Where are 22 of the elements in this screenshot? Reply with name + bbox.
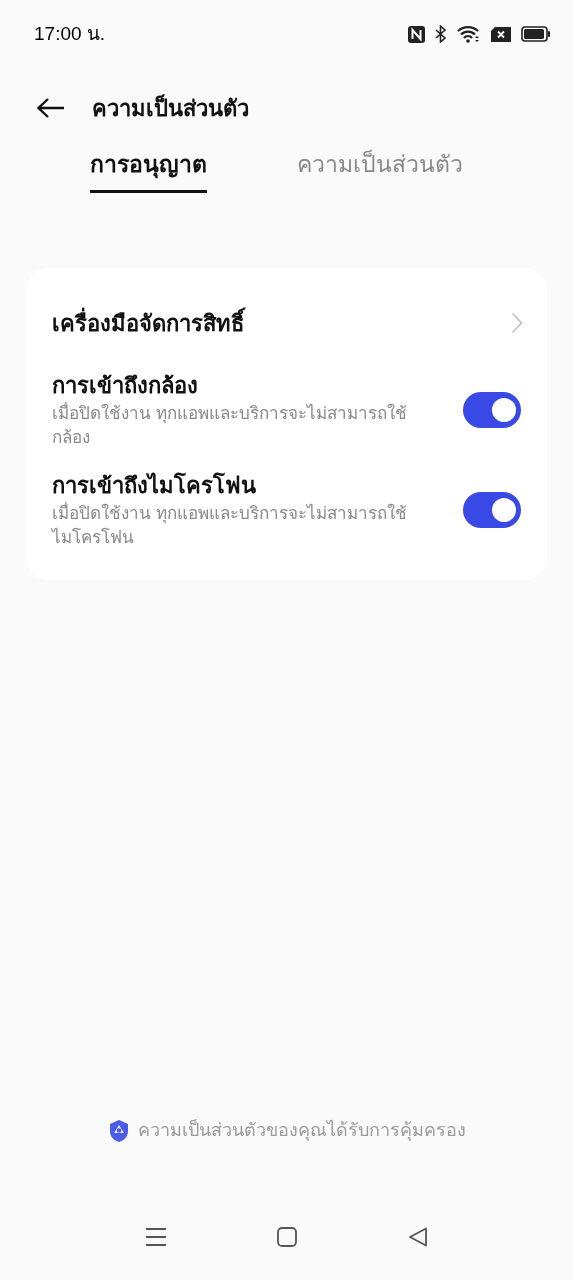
status-time: 17:00 น. — [34, 21, 106, 46]
page-title: ความเป็นส่วนตัว — [92, 93, 249, 123]
nfc-icon — [408, 25, 425, 43]
wifi-icon — [457, 25, 481, 43]
settings-link[interactable]: เครื่องมือจัดการสิทธิ์ — [26, 290, 547, 356]
toggle-switch[interactable] — [463, 492, 521, 528]
privacy-notice: ความเป็นส่วนตัวของคุณได้รับการคุ้มครอง — [137, 1118, 466, 1143]
bluetooth-icon — [435, 25, 447, 43]
home-button[interactable] — [277, 1227, 298, 1247]
setting-description: เมื่อปิดใช้งาน ทุกแอพและบริการจะไม่สามารถใช้กล้อง — [52, 402, 433, 450]
chevron-icon — [511, 312, 523, 334]
back-nav-button[interactable] — [407, 1227, 428, 1247]
menu-button[interactable] — [145, 1227, 168, 1247]
shield-icon — [107, 1118, 130, 1143]
setting-description: เมื่อปิดใช้งาน ทุกแอพและบริการจะไม่สามารถใช้ไมโครโฟน — [52, 502, 433, 550]
no-sim-icon — [491, 26, 511, 42]
battery-icon — [521, 26, 551, 42]
back-button[interactable] — [36, 97, 66, 119]
toggle-switch[interactable] — [463, 392, 521, 428]
setting-title: การเข้าถึงไมโครโฟน — [52, 471, 257, 500]
tab[interactable]: การอนุญาต — [90, 148, 207, 193]
setting-title: การเข้าถึงกล้อง — [52, 372, 199, 400]
